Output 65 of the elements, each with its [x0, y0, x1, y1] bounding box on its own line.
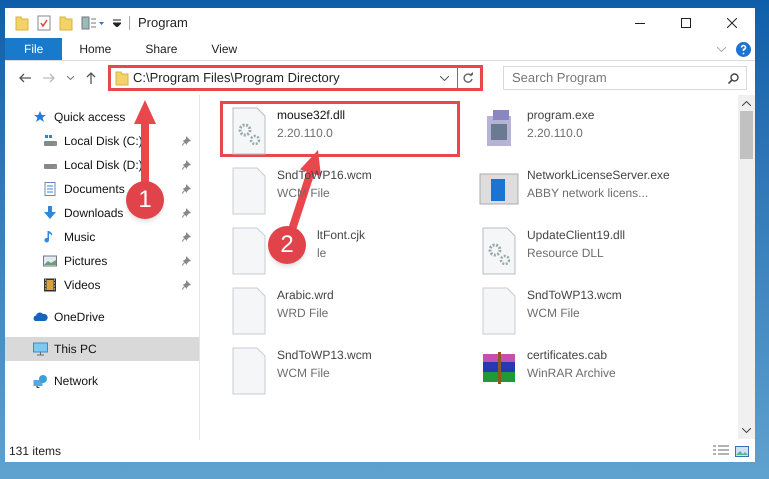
drive-icon: [43, 134, 58, 148]
search-field[interactable]: Search Program: [503, 66, 747, 90]
sidebar-item[interactable]: Pictures: [64, 252, 108, 270]
file-name[interactable]: SndToWP13.wcm: [277, 346, 372, 364]
file-type: WCM File: [527, 305, 580, 322]
view-options-icon[interactable]: [81, 16, 105, 30]
help-icon[interactable]: [736, 42, 751, 56]
monitor-icon: [33, 342, 48, 356]
scrollbar[interactable]: [738, 95, 755, 439]
file-type: WCM File: [277, 365, 330, 382]
network-icon: [33, 374, 48, 388]
file-name[interactable]: ltFont.cjk: [317, 226, 366, 244]
item-count: 131 items: [9, 443, 62, 460]
ribbon-tab[interactable]: Share: [128, 38, 194, 60]
ribbon-tab[interactable]: File: [5, 38, 62, 60]
address-bar[interactable]: C:\Program Files\Program Directory: [108, 65, 483, 91]
picture-icon: [43, 254, 58, 268]
address-dropdown-icon[interactable]: [440, 76, 449, 80]
ribbon-tab[interactable]: Home: [62, 38, 128, 60]
scroll-up-icon[interactable]: [742, 101, 751, 106]
back-arrow-icon[interactable]: [19, 73, 31, 83]
document-icon: [43, 182, 58, 196]
refresh-icon[interactable]: [462, 72, 474, 84]
file-type: le: [317, 245, 326, 262]
sidebar-item[interactable]: Network: [54, 372, 98, 390]
minimize-icon: [635, 22, 645, 24]
file-name[interactable]: UpdateClient19.dll: [527, 226, 626, 244]
scroll-down-icon[interactable]: [742, 428, 751, 433]
file-type: 2.20.110.0: [527, 125, 583, 142]
search-icon: [728, 72, 739, 84]
details-view-icon[interactable]: [713, 445, 729, 457]
sidebar-item[interactable]: This PC: [54, 340, 97, 358]
recent-locations-icon[interactable]: [67, 76, 74, 80]
cloud-icon: [33, 310, 48, 324]
sidebar-item[interactable]: Quick access: [54, 108, 126, 126]
properties-icon[interactable]: [37, 15, 51, 31]
file-name[interactable]: mouse32f.dll: [277, 106, 346, 124]
sidebar-item[interactable]: OneDrive: [54, 308, 105, 326]
file-type: Resource DLL: [527, 245, 604, 262]
sidebar-item[interactable]: Videos: [64, 276, 100, 294]
file-type: ABBY network licens...: [527, 185, 648, 202]
customize-toolbar-icon[interactable]: [113, 19, 121, 27]
download-arrow-icon: [43, 206, 58, 220]
up-arrow-icon[interactable]: [86, 72, 96, 84]
scroll-thumb[interactable]: [740, 111, 753, 159]
sidebar-item[interactable]: Documents: [64, 180, 125, 198]
file-name[interactable]: Arabic.wrd: [277, 286, 334, 304]
window-title: Program: [138, 14, 188, 32]
film-strip-icon: [43, 278, 58, 292]
file-name[interactable]: NetworkLicenseServer.exe: [527, 166, 670, 184]
file-type: WinRAR Archive: [527, 365, 616, 382]
large-icons-view-icon[interactable]: [735, 446, 749, 456]
sidebar-item[interactable]: Music: [64, 228, 96, 246]
file-type: 2.20.110.0: [277, 125, 333, 142]
file-type: WRD File: [277, 305, 328, 322]
file-name[interactable]: certificates.cab: [527, 346, 608, 364]
folder-icon: [115, 70, 129, 86]
close-icon: [727, 18, 737, 28]
address-path: C:\Program Files\Program Directory: [133, 69, 340, 88]
maximize-icon: [681, 18, 691, 28]
file-name[interactable]: SndToWP13.wcm: [527, 286, 622, 304]
sidebar-item[interactable]: Downloads: [64, 204, 124, 222]
star-icon: [33, 110, 48, 124]
file-name[interactable]: program.exe: [527, 106, 594, 124]
ribbon-tab[interactable]: View: [194, 38, 254, 60]
